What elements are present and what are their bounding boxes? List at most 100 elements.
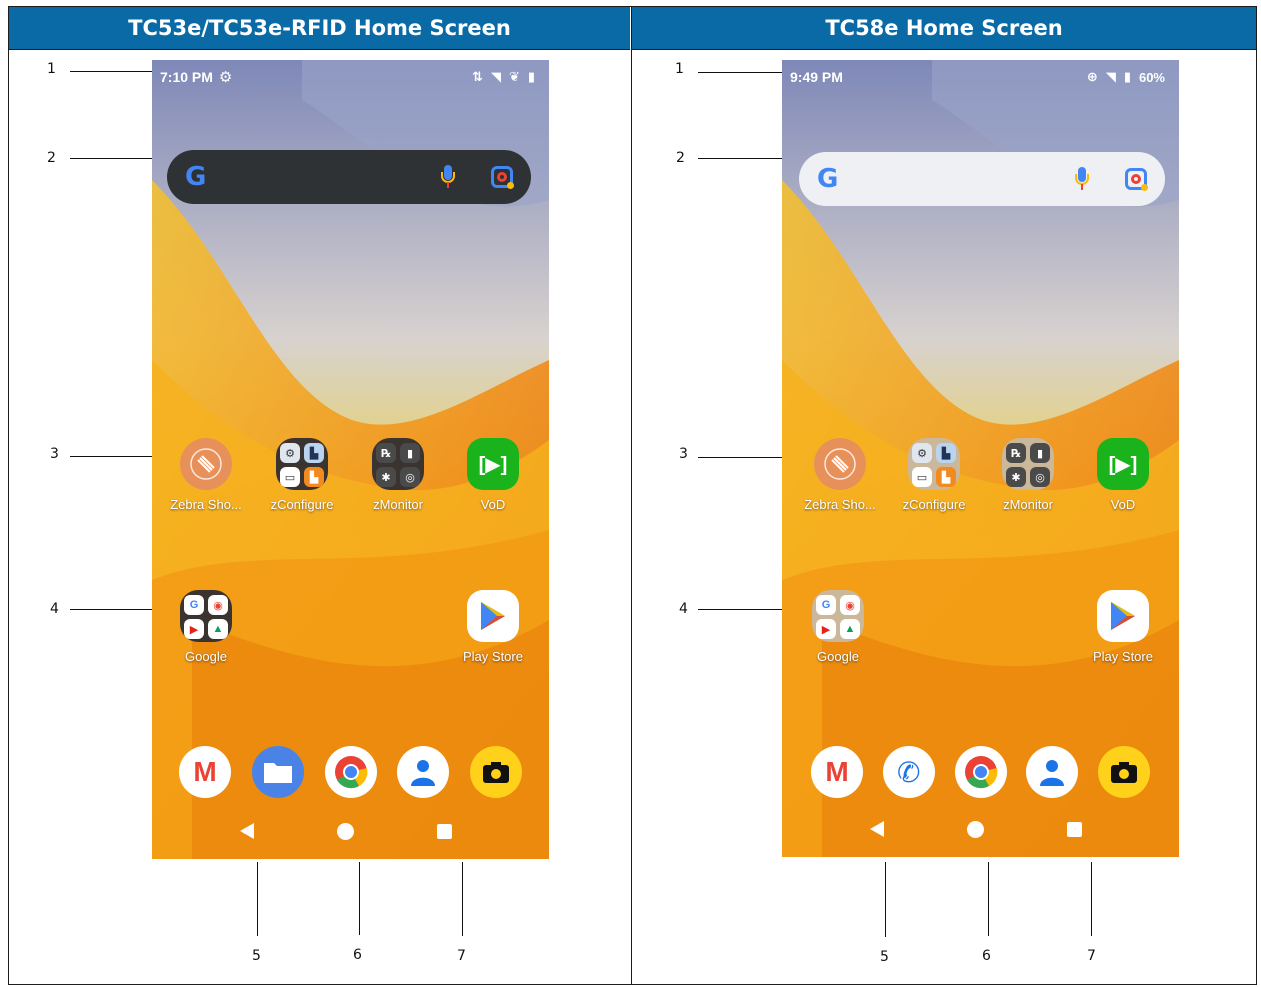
callout-6: 6 — [982, 948, 991, 964]
callout-line — [885, 862, 886, 937]
app-zebra-showcase[interactable]: Zebra Sho... — [795, 438, 885, 512]
data-activity-icon: ⇅ — [472, 69, 483, 84]
callout-line — [462, 862, 463, 936]
google-search-bar[interactable]: G — [167, 150, 531, 204]
google-folder-icon: G ◉ ▶ ▲ — [812, 590, 864, 642]
app-label: Play Store — [463, 649, 523, 664]
microphone-icon[interactable] — [441, 165, 455, 189]
app-play-store[interactable]: Play Store — [1078, 590, 1168, 664]
google-search-bar[interactable]: G — [799, 152, 1165, 206]
battery-percent: 60% — [1138, 69, 1165, 85]
callout-line — [698, 609, 782, 610]
zconfigure-folder-icon: ⚙ ▙ ▭ ▙ — [908, 438, 960, 490]
tc58e-home-screen: 9:49 PM ⊕ ◥ ▮ 60% G Zebra Sho... ⚙ ▙ ▭ ▙… — [782, 60, 1179, 857]
gear-icon: ⚙ — [218, 69, 233, 86]
chrome-icon[interactable] — [324, 746, 377, 798]
battery-icon: ▮ — [527, 69, 535, 84]
contacts-icon[interactable] — [397, 746, 450, 798]
callout-line — [70, 71, 152, 72]
status-time: 7:10 PM — [160, 69, 213, 85]
app-label: VoD — [480, 497, 506, 512]
navigation-bar — [870, 818, 1082, 840]
google-folder-icon: G ◉ ▶ ▲ — [180, 590, 232, 642]
app-google-folder[interactable]: G ◉ ▶ ▲ Google — [161, 590, 251, 664]
gmail-icon[interactable]: M — [811, 746, 863, 798]
left-header: TC53e/TC53e-RFID Home Screen — [9, 7, 630, 50]
callout-4: 4 — [679, 601, 688, 617]
app-label: Google — [817, 649, 859, 664]
app-label: zConfigure — [270, 497, 334, 512]
files-icon[interactable] — [251, 746, 304, 798]
chrome-icon[interactable] — [954, 746, 1007, 798]
callout-7: 7 — [1087, 948, 1096, 964]
callout-5: 5 — [252, 948, 261, 964]
app-label: VoD — [1110, 497, 1136, 512]
vod-icon: [▶] — [467, 438, 519, 490]
status-bar: 9:49 PM ⊕ ◥ ▮ 60% — [790, 66, 1165, 88]
back-icon[interactable] — [240, 823, 254, 839]
home-icon[interactable] — [337, 822, 354, 840]
gmail-icon[interactable]: M — [179, 746, 231, 798]
callout-line — [70, 456, 152, 457]
app-label: Google — [185, 649, 227, 664]
app-zebra-showcase[interactable]: Zebra Sho... — [161, 438, 251, 512]
app-label: zConfigure — [902, 497, 966, 512]
app-label: Play Store — [1093, 649, 1153, 664]
navigation-bar — [240, 820, 452, 842]
recent-apps-icon[interactable] — [437, 823, 452, 839]
callout-line — [988, 862, 989, 936]
callout-line — [698, 158, 782, 159]
callout-line — [359, 862, 360, 935]
callout-line — [698, 72, 782, 73]
app-zconfigure[interactable]: ⚙ ▙ ▭ ▙ zConfigure — [257, 438, 347, 512]
recent-apps-icon[interactable] — [1067, 821, 1082, 837]
callout-2: 2 — [676, 150, 685, 166]
callout-4: 4 — [50, 601, 59, 617]
zebra-showcase-icon — [180, 438, 232, 490]
wifi-icon: ◥ — [490, 69, 501, 84]
app-play-store[interactable]: Play Store — [448, 590, 538, 664]
google-logo-icon: G — [817, 164, 839, 194]
app-vod[interactable]: [▶] VoD — [1078, 438, 1168, 512]
app-zmonitor[interactable]: ℞ ▮ ✱ ◎ zMonitor — [353, 438, 443, 512]
play-store-icon — [467, 590, 519, 642]
column-divider — [631, 7, 632, 984]
callout-3: 3 — [679, 446, 688, 462]
camera-icon[interactable] — [1098, 746, 1150, 798]
app-label: Zebra Sho... — [170, 497, 242, 512]
zebra-showcase-icon — [814, 438, 866, 490]
data-saver-icon: ⊕ — [1086, 69, 1098, 84]
contacts-icon[interactable] — [1026, 746, 1079, 798]
phone-icon[interactable]: ✆ — [882, 746, 935, 798]
camera-icon[interactable] — [470, 746, 522, 798]
zconfigure-folder-icon: ⚙ ▙ ▭ ▙ — [276, 438, 328, 490]
callout-line — [698, 457, 782, 458]
status-bar: 7:10 PM ⚙ ⇅ ◥ ❦ ▮ — [160, 66, 535, 88]
zmonitor-folder-icon: ℞ ▮ ✱ ◎ — [1002, 438, 1054, 490]
right-header: TC58e Home Screen — [632, 7, 1256, 50]
callout-line — [257, 862, 258, 936]
microphone-icon[interactable] — [1075, 167, 1089, 191]
app-label: zMonitor — [373, 497, 423, 512]
app-vod[interactable]: [▶] VoD — [448, 438, 538, 512]
google-lens-icon[interactable] — [1125, 168, 1148, 191]
callout-1: 1 — [675, 61, 684, 77]
app-label: Zebra Sho... — [804, 497, 876, 512]
play-store-icon — [1097, 590, 1149, 642]
app-google-folder[interactable]: G ◉ ▶ ▲ Google — [793, 590, 883, 664]
callout-2: 2 — [47, 150, 56, 166]
callout-line — [70, 609, 152, 610]
google-logo-icon: G — [185, 162, 207, 192]
back-icon[interactable] — [870, 821, 884, 837]
wifi-icon: ◥ — [1105, 69, 1116, 84]
callout-5: 5 — [880, 949, 889, 965]
tc53e-home-screen: 7:10 PM ⚙ ⇅ ◥ ❦ ▮ G Zebra Sho... ⚙ ▙ ▭ ▙… — [152, 60, 549, 859]
app-zmonitor[interactable]: ℞ ▮ ✱ ◎ zMonitor — [983, 438, 1073, 512]
app-zconfigure[interactable]: ⚙ ▙ ▭ ▙ zConfigure — [889, 438, 979, 512]
callout-3: 3 — [50, 446, 59, 462]
zmonitor-folder-icon: ℞ ▮ ✱ ◎ — [372, 438, 424, 490]
callout-6: 6 — [353, 947, 362, 963]
home-icon[interactable] — [967, 820, 984, 838]
dock: M — [179, 746, 522, 800]
google-lens-icon[interactable] — [491, 166, 514, 189]
